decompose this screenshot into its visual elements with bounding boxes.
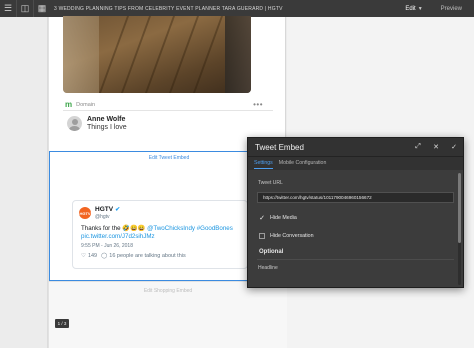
preview-button[interactable]: Preview [441, 6, 462, 12]
scrollbar-thumb[interactable] [458, 173, 461, 243]
hgtv-logo-icon: HGTV [79, 207, 91, 219]
tweet-author-name: HGTV [95, 206, 114, 213]
comment: Anne Wolfe Things I love [67, 116, 127, 131]
optional-section-heading: Optional [259, 249, 284, 255]
hide-conversation-checkbox[interactable] [259, 233, 265, 239]
heart-icon[interactable]: ♡ [81, 253, 86, 259]
comment-bubble-icon[interactable]: ◯ [101, 253, 107, 259]
hide-media-row[interactable]: ✓ Hide Media [259, 215, 297, 222]
tweet-url-input[interactable]: https://twitter.com/hgtv/status/10117900… [257, 192, 454, 203]
tab-mobile-configuration[interactable]: Mobile Configuration [279, 157, 327, 169]
tweet-text-main: Thanks for the 🤣😀😄 [81, 225, 148, 232]
dialog-header: Tweet Embed ⤢ ✕ ✓ [248, 138, 463, 157]
shopping-embed-block[interactable]: Edit Shopping Embed 1 / 3 [49, 281, 287, 348]
dialog-tabs: Settings Mobile Configuration [248, 157, 463, 169]
tweet-text: Thanks for the 🤣😀😄 @TwoChicksIndy #GoodB… [81, 225, 245, 241]
chevron-down-icon[interactable]: ▼ [418, 6, 423, 12]
divider [257, 259, 454, 260]
tab-settings[interactable]: Settings [254, 157, 273, 169]
dialog-body: Tweet URL https://twitter.com/hgtv/statu… [248, 170, 463, 287]
tweet-handle: @hgtv [95, 214, 110, 220]
tweet-embed-dialog: Tweet Embed ⤢ ✕ ✓ Settings Mobile Config… [247, 137, 464, 288]
tweet-url-label: Tweet URL [258, 180, 283, 186]
page-title: 3 WEDDING PLANNING TIPS FROM CELEBRITY E… [54, 5, 283, 12]
domain-row: m Domain [65, 100, 265, 109]
hide-conversation-label: Hide Conversation [270, 233, 314, 239]
menu-icon[interactable]: ☰ [0, 0, 16, 17]
top-toolbar: ☰ ◫ ▦ 3 WEDDING PLANNING TIPS FROM CELEB… [0, 0, 474, 17]
hide-conversation-row[interactable]: Hide Conversation [259, 233, 314, 239]
comment-text: Things I love [87, 124, 127, 131]
edit-shopping-embed-label[interactable]: Edit Shopping Embed [49, 288, 287, 294]
like-count: 149 [87, 253, 98, 259]
tweet-stats: ♡ 149 ◯ 16 people are talking about this [81, 253, 186, 259]
verified-icon: ✔ [115, 207, 121, 213]
comment-author: Anne Wolfe [87, 116, 126, 123]
article-image[interactable] [63, 16, 251, 93]
side-panel-icon[interactable]: ◫ [17, 0, 33, 17]
page-info-icon[interactable]: ▦ [34, 0, 50, 17]
tweet-card[interactable]: HGTV HGTV ✔ @hgtv Thanks for the 🤣😀😄 @Two… [72, 200, 248, 269]
hide-media-label: Hide Media [270, 215, 297, 221]
mode-selector[interactable]: Edit [405, 6, 415, 12]
hide-media-checkbox[interactable]: ✓ [259, 215, 265, 222]
close-icon[interactable]: ✕ [427, 138, 445, 157]
dialog-scrollbar[interactable] [458, 173, 461, 285]
more-options-icon[interactable]: ••• [253, 100, 263, 109]
avatar [67, 116, 82, 131]
headline-label: Headline [258, 265, 278, 271]
fullscreen-icon[interactable]: ⤢ [409, 138, 427, 157]
pager-indicator[interactable]: 1 / 3 [55, 319, 69, 328]
tweet-timestamp[interactable]: 9:55 PM - Jun 26, 2018 [81, 243, 133, 249]
domain-label: Domain [76, 101, 96, 108]
tweet-author: HGTV ✔ [95, 206, 120, 213]
domain-logo-icon: m [65, 100, 73, 109]
left-gutter [0, 17, 48, 348]
dialog-title: Tweet Embed [255, 142, 304, 152]
talking-count: 16 people are talking about this [109, 253, 186, 259]
divider [63, 110, 273, 111]
confirm-check-icon[interactable]: ✓ [445, 138, 463, 157]
